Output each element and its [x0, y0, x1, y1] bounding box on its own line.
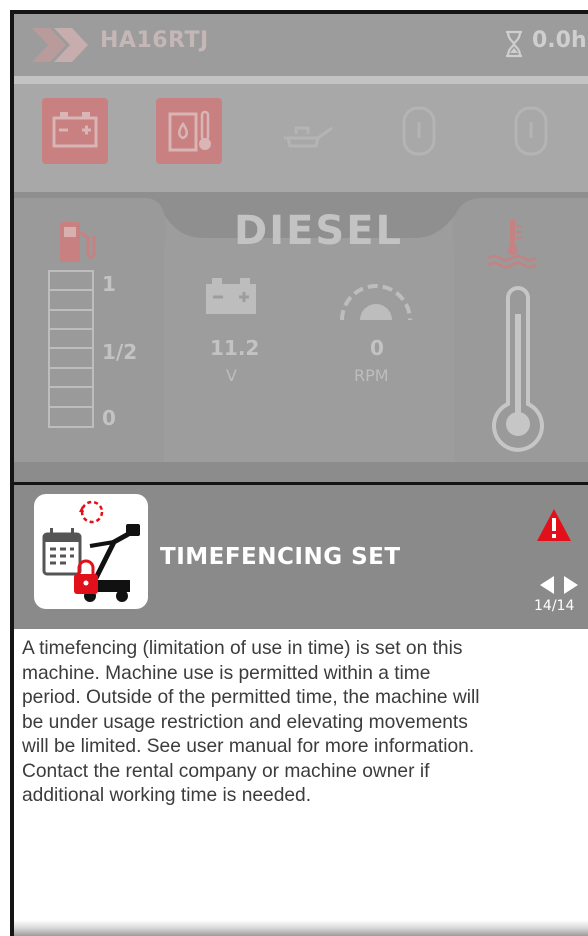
alert-body: A timefencing (limitation of use in time…: [14, 629, 588, 936]
fuel-pump-icon: [60, 222, 96, 262]
bottom-bezel: [14, 920, 588, 936]
warning-icon: [537, 509, 571, 541]
battery-icon: [206, 278, 256, 314]
hourglass-icon: [506, 30, 522, 58]
brand-logo-icon: [32, 28, 88, 62]
machine-id: HA16RTJ: [100, 28, 209, 53]
divider: [14, 76, 588, 84]
fuel-level-label-empty: 0: [102, 406, 116, 430]
hour-meter: 0.0h: [532, 28, 587, 53]
divider: [14, 462, 588, 484]
coolant-temp-icon: [487, 220, 537, 269]
chevron-left-icon[interactable]: [536, 574, 558, 596]
engine-speed-unit: RPM: [354, 366, 389, 385]
alert-title: TIMEFENCING SET: [160, 544, 401, 570]
chevron-right-icon[interactable]: [560, 574, 582, 596]
machine-display: HA16RTJ 0.0h DIESEL 1 1/2 0 11.2 V 0 RPM…: [14, 14, 588, 936]
fuel-type-label: DIESEL: [234, 208, 404, 254]
alert-page-counter: 14/14: [534, 598, 575, 614]
oil-icon: [284, 126, 333, 148]
alert-message: A timefencing (limitation of use in time…: [22, 638, 480, 806]
timefencing-icon: [34, 494, 148, 609]
alert-navigation: [536, 574, 588, 596]
engine-speed-value: 0: [370, 336, 384, 360]
fuel-level-label-full: 1: [102, 272, 116, 296]
battery-voltage-value: 11.2: [210, 336, 260, 360]
fuel-level-gauge: [48, 270, 94, 428]
fuel-level-label-half: 1/2: [102, 340, 138, 364]
tachometer-icon: [340, 284, 412, 321]
hydraulic-temp-warning-icon: [156, 98, 222, 164]
battery-voltage-unit: V: [226, 366, 237, 385]
seatbelt-icon: [514, 106, 548, 156]
battery-warning-icon: [42, 98, 108, 164]
thermometer-icon: [492, 286, 544, 452]
seatbelt-icon: [402, 106, 436, 156]
